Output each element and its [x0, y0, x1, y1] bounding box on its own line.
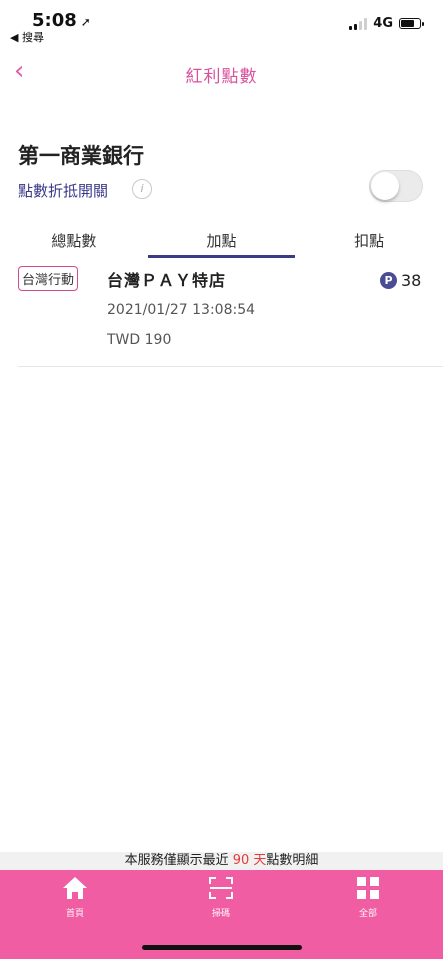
- back-to-app-link[interactable]: ◀ 搜尋: [10, 29, 44, 45]
- tab-deduct-points[interactable]: 扣點: [295, 224, 443, 260]
- network-label: 4G: [373, 16, 393, 31]
- battery-icon: [399, 18, 424, 29]
- status-bar: 5:08 ➚ ◀ 搜尋 4G: [0, 0, 443, 44]
- points-value: 38: [401, 271, 422, 290]
- transaction-amount: TWD 190: [107, 332, 172, 348]
- home-icon: [63, 877, 87, 899]
- notice-prefix: 本服務僅顯示最近: [124, 853, 229, 868]
- nav-home-label: 首頁: [65, 909, 84, 919]
- time-text: 5:08: [32, 10, 77, 31]
- location-arrow-icon: ➚: [80, 15, 91, 29]
- toggle-label: 點數折抵開關: [18, 182, 109, 200]
- switch-knob: [371, 172, 399, 200]
- nav-scan-label: 掃碼: [211, 909, 230, 919]
- transaction-datetime: 2021/01/27 13:08:54: [107, 302, 256, 318]
- points-icon: P: [380, 272, 397, 289]
- nav-all[interactable]: 全部: [328, 876, 408, 919]
- scan-icon: [209, 877, 233, 899]
- footer-notice: 本服務僅顯示最近 90 天點數明細: [0, 852, 443, 870]
- nav-bar: ‹ 紅利點數: [0, 50, 443, 94]
- points-redeem-toggle-row: 點數折抵開關 i: [18, 170, 423, 208]
- tab-total-points[interactable]: 總點數: [0, 224, 148, 260]
- tab-bar: 總點數 加點 扣點: [0, 224, 443, 260]
- bank-name: 第一商業銀行: [18, 144, 144, 168]
- signal-icon: [349, 17, 368, 30]
- merchant-name: 台灣ＰＡＹ特店: [107, 271, 227, 290]
- notice-highlight: 90 天: [228, 853, 267, 868]
- nav-scan[interactable]: 掃碼: [181, 876, 261, 919]
- info-icon[interactable]: i: [132, 179, 152, 199]
- status-time: 5:08 ➚: [32, 10, 91, 31]
- nav-home[interactable]: 首頁: [35, 876, 115, 919]
- tab-add-points[interactable]: 加點: [147, 224, 296, 260]
- source-badge: 台灣行動: [18, 266, 79, 291]
- grid-icon: [357, 877, 379, 899]
- list-item[interactable]: 台灣行動 台灣ＰＡＹ特店 P 38 2021/01/27 13:08:54 TW…: [18, 262, 443, 367]
- points-redeem-switch[interactable]: [369, 170, 423, 202]
- nav-all-label: 全部: [358, 909, 377, 919]
- home-indicator[interactable]: [142, 945, 302, 950]
- notice-suffix: 點數明細: [266, 853, 319, 868]
- status-indicators: 4G: [349, 16, 424, 31]
- page-title: 紅利點數: [185, 67, 258, 87]
